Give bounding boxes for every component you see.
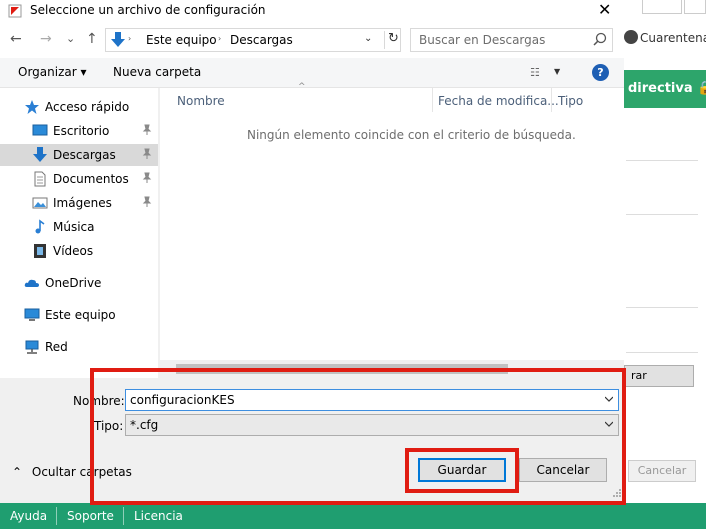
close-icon[interactable]: ✕ [598, 0, 611, 19]
sidebar-item-label: Red [45, 340, 68, 354]
sidebar-item-this-pc[interactable]: Este equipo [0, 304, 158, 326]
sidebar-item-onedrive[interactable]: OneDrive [0, 272, 158, 294]
help-link[interactable]: Ayuda [10, 509, 47, 523]
download-folder-icon [111, 32, 125, 47]
footer-separator [56, 507, 57, 525]
license-link[interactable]: Licencia [134, 509, 183, 523]
sidebar-item-videos[interactable]: Vídeos [0, 240, 158, 262]
sidebar-item-desktop[interactable]: Escritorio [0, 120, 158, 142]
network-icon [25, 340, 39, 354]
background-cancel-button: Cancelar [628, 460, 696, 482]
sidebar-item-label: Descargas [53, 148, 116, 162]
refresh-icon[interactable]: ↻ [384, 31, 400, 49]
breadcrumb-downloads[interactable]: Descargas [230, 33, 293, 47]
sidebar-item-label: Documentos [53, 172, 129, 186]
star-icon [25, 100, 39, 114]
app-footer: Ayuda Soporte Licencia [0, 503, 706, 529]
desktop-icon [32, 124, 48, 136]
sidebar-item-network[interactable]: Red [0, 336, 158, 358]
search-placeholder: Buscar en Descargas [419, 33, 546, 47]
breadcrumb-chevron-icon: › [218, 34, 222, 43]
sidebar-item-label: Este equipo [45, 308, 116, 322]
background-minimize-button[interactable] [642, 0, 682, 14]
quarantine-link[interactable]: Cuarentena [624, 30, 706, 45]
back-arrow-icon[interactable]: ← [10, 31, 22, 47]
navigation-bar: ← → ⌄ ↑ › Este equipo › Descargas ⌄ ↻ Bu… [0, 22, 624, 58]
pin-icon[interactable] [142, 148, 152, 160]
search-icon [593, 32, 607, 46]
divider [626, 307, 698, 308]
dialog-title: Seleccione un archivo de configuración [30, 3, 266, 17]
sidebar-item-pictures[interactable]: Imágenes [0, 192, 158, 214]
highlight-box-save-button [405, 448, 519, 493]
image-icon [32, 197, 48, 209]
video-icon [34, 244, 46, 258]
divider [626, 352, 698, 353]
kaspersky-app-icon [8, 4, 22, 18]
highlight-box-save-area [90, 368, 626, 505]
computer-icon [24, 308, 40, 321]
up-arrow-icon[interactable]: ↑ [86, 31, 98, 47]
background-partial-button[interactable]: rar [624, 365, 694, 387]
lock-icon: 🔒 [697, 81, 706, 96]
sidebar-item-label: Imágenes [53, 196, 112, 210]
forward-arrow-icon[interactable]: → [40, 31, 52, 47]
policy-header: directiva 🔒 [624, 70, 706, 108]
sidebar-item-music[interactable]: Música [0, 216, 158, 238]
footer-separator [123, 507, 124, 525]
recent-locations-icon[interactable]: ⌄ [66, 32, 75, 45]
pin-icon[interactable] [142, 172, 152, 184]
navigation-pane: Acceso rápido Escritorio Descargas Docum… [0, 88, 158, 378]
divider [626, 160, 698, 161]
view-options-icon[interactable]: ☷ [530, 66, 540, 79]
pin-icon[interactable] [142, 124, 152, 136]
file-list: ^ Nombre Fecha de modifica... Tipo Ningú… [160, 82, 624, 378]
music-icon [35, 219, 45, 234]
document-icon [34, 171, 46, 187]
search-input[interactable]: Buscar en Descargas [410, 28, 613, 52]
dialog-titlebar: Seleccione un archivo de configuración ✕ [0, 0, 624, 22]
sidebar-item-quick-access[interactable]: Acceso rápido [0, 96, 158, 118]
sidebar-item-label: Música [53, 220, 95, 234]
support-link[interactable]: Soporte [67, 509, 114, 523]
sidebar-item-label: OneDrive [45, 276, 102, 290]
organize-menu[interactable]: Organizar ▾ [18, 65, 87, 79]
command-toolbar: Organizar ▾ Nueva carpeta ☷ ▼ ? [0, 58, 624, 88]
sidebar-item-downloads[interactable]: Descargas [0, 144, 158, 166]
download-icon [33, 147, 47, 162]
view-dropdown-icon[interactable]: ▼ [554, 67, 560, 76]
shield-icon [624, 30, 638, 44]
empty-list-message: Ningún elemento coincide con el criterio… [247, 128, 576, 142]
address-bar[interactable]: › Este equipo › Descargas ⌄ ↻ [105, 28, 401, 52]
sidebar-item-label: Vídeos [53, 244, 94, 258]
breadcrumb-chevron-icon: › [128, 34, 132, 43]
sidebar-item-label: Acceso rápido [45, 100, 130, 114]
column-divider[interactable] [551, 88, 552, 112]
chevron-up-icon: ⌃ [12, 465, 23, 479]
new-folder-button[interactable]: Nueva carpeta [113, 65, 201, 79]
column-header-date[interactable]: Fecha de modifica... [438, 94, 559, 108]
pin-icon[interactable] [142, 196, 152, 208]
cloud-icon [24, 279, 39, 287]
help-icon[interactable]: ? [592, 64, 609, 81]
sidebar-item-documents[interactable]: Documentos [0, 168, 158, 190]
column-header-name[interactable]: Nombre [177, 94, 225, 108]
column-divider[interactable] [432, 88, 433, 112]
breadcrumb-this-pc[interactable]: Este equipo [146, 33, 217, 47]
column-header-type[interactable]: Tipo [558, 94, 583, 108]
background-app: Cuarentena directiva 🔒 rar Cancelar [624, 0, 706, 529]
sort-ascending-icon: ^ [298, 82, 306, 92]
background-maximize-button[interactable] [684, 0, 706, 14]
address-dropdown-icon[interactable]: ⌄ [364, 33, 372, 44]
divider [626, 214, 698, 215]
sidebar-item-label: Escritorio [53, 124, 110, 138]
